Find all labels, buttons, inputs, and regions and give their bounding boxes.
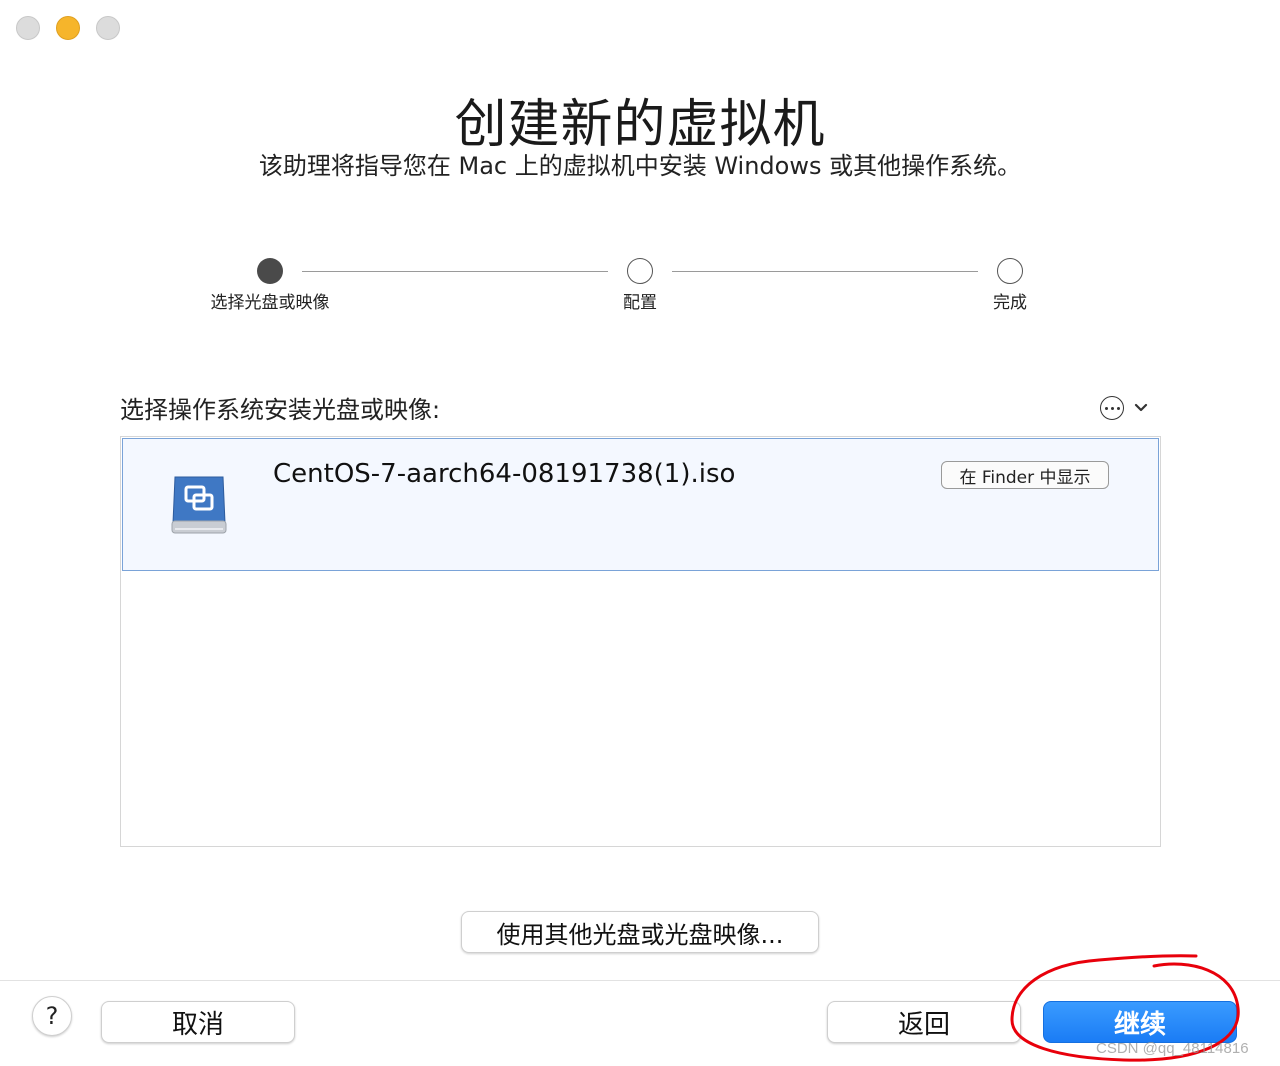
show-in-finder-button[interactable]: 在 Finder 中显示: [941, 461, 1109, 489]
install-source-list[interactable]: CentOS-7-aarch64-08191738(1).iso 在 Finde…: [120, 436, 1161, 847]
step-3-label: 完成: [993, 293, 1027, 313]
close-window-button[interactable]: [16, 16, 40, 40]
step-connector: [302, 271, 608, 272]
cancel-button[interactable]: 取消: [101, 1001, 295, 1043]
ellipsis-circle-icon: [1100, 396, 1124, 420]
chevron-down-icon: [1134, 403, 1148, 412]
step-progress: 选择光盘或映像 配置 完成: [0, 258, 1280, 318]
source-list-label: 选择操作系统安装光盘或映像:: [120, 396, 441, 424]
help-button[interactable]: ?: [32, 996, 72, 1036]
zoom-window-button[interactable]: [96, 16, 120, 40]
window-controls: [16, 16, 120, 40]
footer-divider: [0, 980, 1280, 981]
list-item[interactable]: CentOS-7-aarch64-08191738(1).iso 在 Finde…: [122, 438, 1159, 571]
step-3-indicator: [997, 258, 1023, 284]
step-2-label: 配置: [623, 293, 657, 313]
step-1-indicator: [257, 258, 283, 284]
page-subtitle: 该助理将指导您在 Mac 上的虚拟机中安装 Windows 或其他操作系统。: [258, 152, 1022, 180]
step-connector: [672, 271, 978, 272]
disk-image-icon: [169, 473, 229, 539]
back-button[interactable]: 返回: [827, 1001, 1021, 1043]
more-options-button[interactable]: [1100, 396, 1148, 420]
step-2-indicator: [627, 258, 653, 284]
watermark: CSDN @qq_48114816: [1096, 1040, 1249, 1057]
use-other-disc-button[interactable]: 使用其他光盘或光盘映像...: [461, 911, 819, 953]
step-1-label: 选择光盘或映像: [210, 293, 330, 313]
minimize-window-button[interactable]: [56, 16, 80, 40]
file-name: CentOS-7-aarch64-08191738(1).iso: [273, 459, 736, 489]
continue-button[interactable]: 继续: [1043, 1001, 1237, 1043]
